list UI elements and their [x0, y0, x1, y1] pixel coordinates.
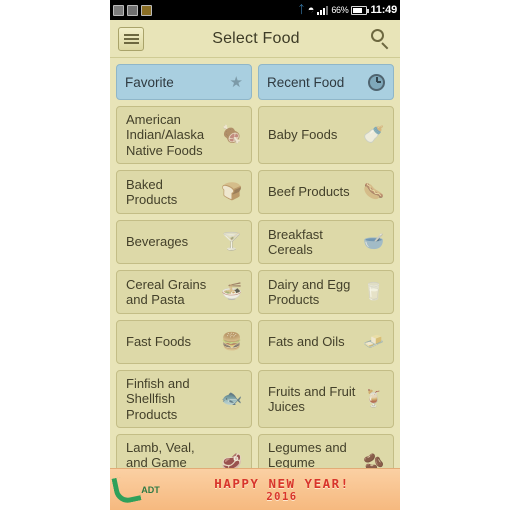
search-icon[interactable]: [368, 27, 392, 51]
food-category-grid: American Indian/Alaska Native Foods 🍖 Ba…: [110, 100, 400, 498]
list-item[interactable]: Cereal Grains and Pasta 🍜: [116, 270, 252, 314]
butter-icon: 🧈: [363, 331, 385, 351]
category-label: Fast Foods: [126, 334, 192, 350]
signal-icon: [317, 5, 329, 15]
oven-icon: 🍞: [221, 181, 243, 201]
battery-icon: [351, 5, 370, 15]
note-icon: [127, 4, 138, 16]
list-item[interactable]: Fast Foods 🍔: [116, 320, 252, 364]
category-label: Beverages: [126, 234, 189, 250]
phone-screen: ᛏ ◓ 66% 11:49 Select Food Favorite ★ Rec…: [110, 0, 400, 510]
category-label: Beef Products: [268, 184, 350, 200]
list-item[interactable]: Dairy and Egg Products 🥛: [258, 270, 394, 314]
gallery-icon: [113, 4, 124, 16]
sausage-icon: 🌭: [363, 181, 385, 201]
list-item[interactable]: Beef Products 🌭: [258, 170, 394, 214]
cereal-bowl-icon: 🥣: [363, 231, 385, 251]
cocktail-icon: 🍸: [221, 231, 243, 251]
ad-banner[interactable]: ADT HAPPY NEW YEAR! 2016: [110, 468, 400, 510]
battery-percent: 66%: [331, 5, 349, 15]
category-label: Baby Foods: [268, 127, 338, 143]
ad-text: HAPPY NEW YEAR! 2016: [164, 476, 400, 503]
list-item[interactable]: Breakfast Cereals 🥣: [258, 220, 394, 264]
list-item[interactable]: Fruits and Fruit Juices 🍹: [258, 370, 394, 428]
category-label: Baked Products: [126, 176, 178, 207]
list-item[interactable]: Baked Products 🍞: [116, 170, 252, 214]
status-bar-left: [113, 4, 298, 16]
ad-text-line1: HAPPY NEW YEAR!: [214, 476, 350, 491]
page-title: Select Food: [212, 29, 300, 47]
milk-eggs-icon: 🥛: [363, 281, 385, 301]
list-item[interactable]: Finfish and Shellfish Products 🐟: [116, 370, 252, 428]
burger-drink-icon: 🍔: [221, 331, 243, 351]
list-item[interactable]: American Indian/Alaska Native Foods 🍖: [116, 106, 252, 164]
swoosh-icon: [111, 473, 142, 506]
bluetooth-icon: ᛏ: [298, 4, 305, 16]
baby-bottle-icon: 🍼: [363, 124, 385, 144]
native-foods-icon: 🍖: [221, 124, 243, 144]
ad-text-line2: 2016: [266, 491, 298, 503]
tab-recent-food[interactable]: Recent Food: [258, 64, 394, 100]
memory-card-icon: [141, 4, 152, 16]
menu-icon[interactable]: [118, 26, 144, 51]
status-bar-right: ᛏ ◓ 66% 11:49: [298, 4, 397, 16]
category-label: Fruits and Fruit Juices: [268, 383, 356, 414]
category-label: Dairy and Egg Products: [268, 276, 351, 307]
category-label: Cereal Grains and Pasta: [126, 276, 207, 307]
fish-icon: 🐟: [221, 388, 243, 408]
ad-logo-text: ADT: [141, 484, 160, 495]
status-bar: ᛏ ◓ 66% 11:49: [110, 0, 400, 20]
list-item[interactable]: Beverages 🍸: [116, 220, 252, 264]
category-label: Fats and Oils: [268, 334, 345, 350]
status-clock: 11:49: [370, 4, 397, 16]
ad-logo: ADT: [110, 470, 164, 510]
tab-favorite-label: Favorite: [125, 74, 174, 90]
tab-favorite[interactable]: Favorite ★: [116, 64, 252, 100]
star-icon: ★: [229, 73, 243, 91]
tab-recent-food-label: Recent Food: [267, 74, 345, 90]
list-item[interactable]: Baby Foods 🍼: [258, 106, 394, 164]
list-item[interactable]: Fats and Oils 🧈: [258, 320, 394, 364]
category-label: Breakfast Cereals: [268, 226, 323, 257]
tab-bar: Favorite ★ Recent Food: [110, 58, 400, 100]
app-header: Select Food: [110, 20, 400, 58]
clock-icon: [368, 73, 385, 91]
fruit-juice-icon: 🍹: [363, 388, 385, 408]
category-label: Finfish and Shellfish Products: [126, 376, 190, 422]
wifi-icon: ◓: [307, 4, 315, 16]
pasta-icon: 🍜: [221, 281, 243, 301]
category-label: American Indian/Alaska Native Foods: [126, 112, 205, 158]
